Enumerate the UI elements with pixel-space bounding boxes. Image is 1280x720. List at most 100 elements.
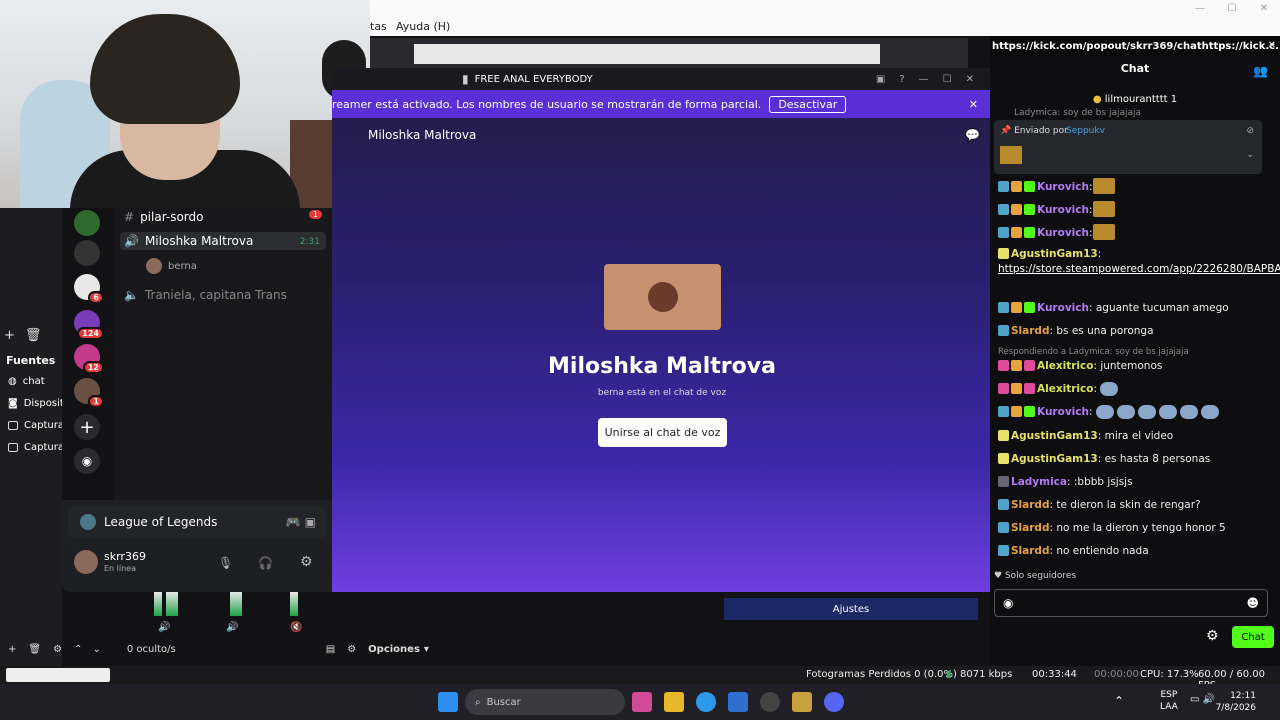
discover-icon[interactable]: ◉ [74, 448, 100, 474]
server-icon[interactable]: 6 [74, 274, 104, 304]
gear-icon[interactable]: ⚙ [1206, 628, 1219, 644]
close-icon[interactable]: ✕ [1248, 0, 1280, 16]
speaker-icon: 🔊 [124, 234, 139, 248]
volume-icon[interactable]: 🔊 [226, 622, 238, 633]
chat-message[interactable]: Slardd: no me la dieron y tengo honor 5 [998, 521, 1274, 536]
taskbar-clock[interactable]: 12:11 7/8/2026 [1216, 690, 1256, 714]
chat-message[interactable]: Alexitrico: juntemonos [998, 359, 1274, 374]
server-icon[interactable]: 12 [74, 344, 104, 374]
cpu-usage: CPU: 17.3% [1140, 669, 1199, 680]
chat-message[interactable]: AgustinGam13: es hasta 8 personas [998, 452, 1274, 467]
add-server-icon[interactable]: + [74, 414, 100, 440]
folder-icon[interactable] [664, 692, 684, 712]
source-item[interactable]: ◍ chat [8, 376, 45, 387]
banner-text: reamer está activado. Los nombres de usu… [332, 97, 762, 111]
server-icon[interactable]: 1 [74, 378, 104, 408]
obs-icon[interactable] [760, 692, 780, 712]
chat-message[interactable]: Kurovich: [998, 178, 1274, 195]
chat-message[interactable]: Alexitrico: [998, 382, 1274, 397]
audio-meter [154, 592, 162, 616]
chat-message[interactable]: Kurovich: [998, 405, 1274, 420]
obs-sources-dock [0, 208, 62, 666]
filter-icon[interactable]: ⚙ [347, 644, 356, 655]
chat-message[interactable]: Kurovich: [998, 224, 1274, 241]
server-icon[interactable] [74, 240, 100, 266]
voice-user[interactable]: berna [146, 258, 197, 274]
chat-message[interactable]: AgustinGam13: mira el video [998, 429, 1274, 444]
emoji-icon[interactable]: ☻ [1246, 596, 1259, 610]
add-icon[interactable]: + [8, 644, 16, 655]
chat-message[interactable]: Ladymica: :bbbb jsjsjs [998, 475, 1274, 490]
audio-meter [166, 592, 178, 616]
app-icon[interactable] [632, 692, 652, 712]
channel-item[interactable]: # pilar-sordo [124, 210, 203, 224]
source-item[interactable]: ◙ Disposit [8, 398, 64, 409]
close-icon[interactable]: ✕ [969, 98, 978, 111]
edge-icon[interactable] [696, 692, 716, 712]
taskbar-search[interactable]: ⌕ Buscar [465, 689, 625, 715]
chat-input[interactable]: ◉ ☻ [994, 589, 1268, 617]
network-volume-icon[interactable]: ▭ 🔊 [1190, 694, 1215, 705]
send-chat-button[interactable]: Chat [1232, 626, 1274, 648]
avatar[interactable] [74, 550, 98, 574]
trash-icon[interactable]: 🗑 [25, 328, 42, 346]
language-indicator[interactable]: ESP LAA [1160, 689, 1178, 713]
emote [1092, 224, 1115, 240]
start-icon[interactable] [438, 692, 458, 712]
up-icon[interactable]: ⌃ [74, 644, 82, 655]
chat-message[interactable]: Slardd: no entiendo nada [998, 544, 1274, 559]
unpin-icon[interactable]: ⊘ [1246, 126, 1254, 136]
pinned-message: 📌 Enviado por Seppukv ⊘ ⌄ [994, 120, 1262, 174]
layout-icon[interactable]: ▤ [326, 644, 335, 655]
league-icon[interactable] [792, 692, 812, 712]
gear-icon[interactable]: ⚙ [300, 554, 313, 570]
audio-mixer: 🔊 🔊 🔇 [130, 592, 340, 638]
trash-icon[interactable]: 🗑 [28, 644, 41, 655]
volume-icon[interactable]: 🔊 [158, 622, 170, 633]
tray-icons[interactable]: ⌃ [1114, 694, 1124, 708]
voice-channel[interactable]: 🔈 Traniela, capitana Trans [124, 288, 287, 302]
minimize-icon[interactable]: — [1184, 0, 1216, 16]
gear-icon[interactable]: ⚙ [53, 644, 62, 655]
discord-icon[interactable] [824, 692, 844, 712]
options-dropdown[interactable]: Opciones [368, 644, 420, 655]
source-item[interactable]: Captura [8, 420, 64, 431]
chat-message[interactable]: Kurovich: aguante tucuman amego [998, 301, 1274, 316]
voice-timer: 2:31 [299, 237, 320, 247]
chat-bubble-icon[interactable]: 💬 [965, 128, 980, 142]
store-icon[interactable] [728, 692, 748, 712]
chat-link[interactable]: https://store.steampowered.com/app/22262… [998, 263, 1280, 275]
titlebar-controls[interactable]: ▣?—☐✕ [876, 74, 988, 85]
scene-tab[interactable] [6, 668, 110, 682]
chat-mode: ♥ Solo seguidores [994, 571, 1077, 581]
chat-message[interactable]: Slardd: te dieron la skin de rengar? [998, 498, 1274, 513]
server-icon[interactable] [74, 210, 100, 236]
app-icon: ▮ [462, 72, 469, 86]
settings-button[interactable]: Ajustes [724, 598, 978, 620]
chevron-down-icon[interactable]: ⌄ [1246, 150, 1254, 160]
deactivate-button[interactable]: Desactivar [769, 95, 847, 113]
discord-window: ▮ FREE ANAL EVERYBODY ▣?—☐✕ reamer está … [332, 68, 992, 592]
menu-help[interactable]: Ayuda (H) [396, 20, 450, 33]
down-icon[interactable]: ⌄ [92, 644, 100, 655]
join-voice-button[interactable]: Unirse al chat de voz [598, 418, 727, 447]
muted-icon[interactable]: 🔇 [290, 622, 302, 633]
chat-message[interactable]: AgustinGam13: https://store.steampowered.… [998, 247, 1280, 277]
maximize-icon[interactable]: ☐ [1216, 0, 1248, 16]
server-icon[interactable]: 124 [74, 310, 104, 340]
microphone-icon[interactable]: 🎙 [218, 556, 233, 570]
voice-channel[interactable]: 🔊 Miloshka Maltrova [124, 234, 253, 248]
controller-icon[interactable]: 🎮 ▣ [286, 515, 316, 529]
headphones-icon[interactable]: 🎧 [258, 556, 273, 570]
speaker-locked-icon: 🔈 [124, 288, 139, 302]
close-icon[interactable]: ✕ [1268, 40, 1276, 51]
chevron-down-icon: ▾ [423, 643, 429, 655]
add-icon[interactable]: + [4, 328, 15, 346]
users-icon[interactable]: 👥 [1253, 64, 1268, 78]
rec-time: 00:00:00 [1094, 669, 1139, 680]
source-item[interactable]: Captura [8, 442, 64, 453]
chat-message[interactable]: Slardd: bs es una poronga [998, 324, 1274, 339]
menu-partial[interactable]: tas [370, 20, 387, 33]
activity-bar[interactable]: League of Legends 🎮 ▣ [68, 506, 326, 538]
chat-message[interactable]: Kurovich: [998, 201, 1274, 218]
